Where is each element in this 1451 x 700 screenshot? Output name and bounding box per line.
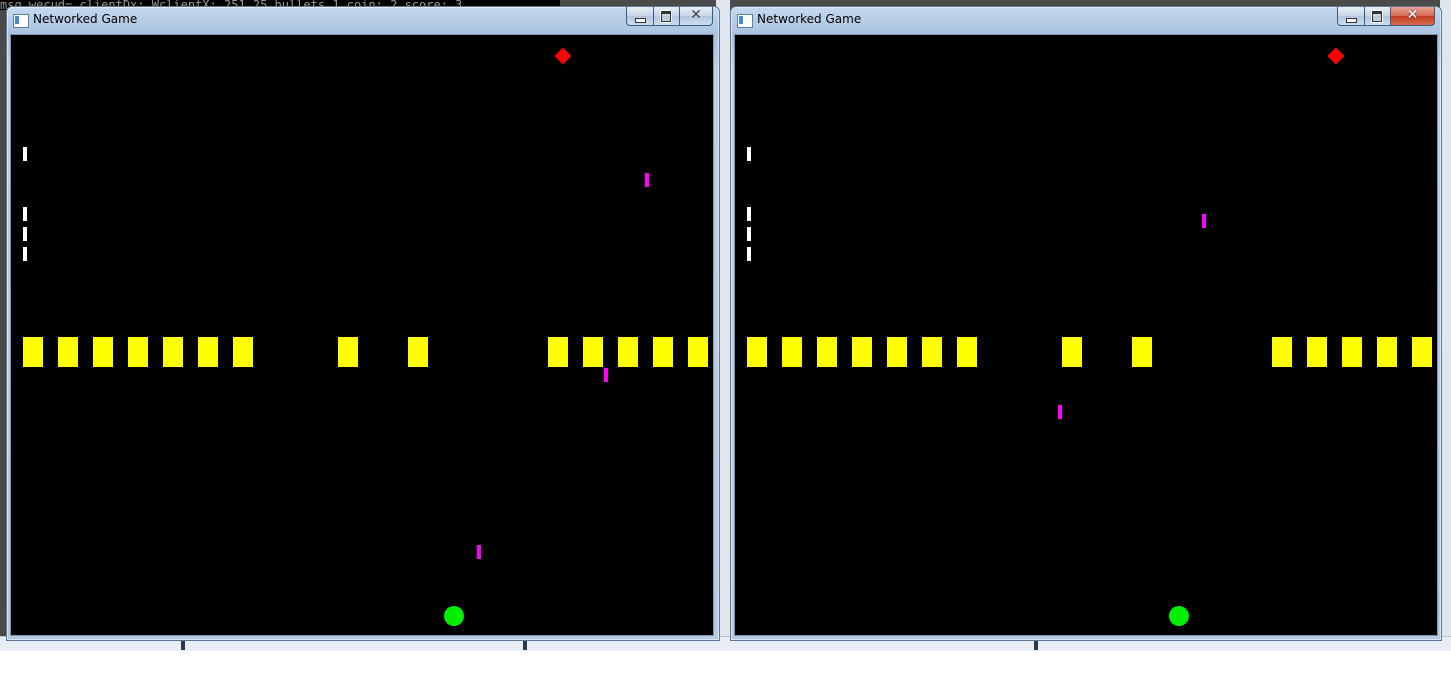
maximize-button[interactable] — [1365, 7, 1391, 26]
player-ship — [1169, 606, 1189, 626]
life-marker — [23, 147, 27, 161]
barrier-block — [1342, 337, 1362, 367]
barrier-block — [1412, 337, 1432, 367]
life-marker — [747, 147, 751, 161]
minimize-icon — [635, 18, 646, 23]
life-marker — [747, 247, 751, 261]
game-canvas[interactable] — [10, 34, 714, 636]
game-canvas[interactable] — [734, 34, 1438, 636]
bullet — [477, 545, 481, 559]
bullet — [1202, 214, 1206, 228]
barrier-block — [817, 337, 837, 367]
barrier-block — [1272, 337, 1292, 367]
barrier-block — [922, 337, 942, 367]
life-marker — [23, 207, 27, 221]
barrier-block — [1062, 337, 1082, 367]
window-app-icon[interactable] — [737, 14, 753, 28]
close-icon: ✕ — [1406, 7, 1419, 23]
player-ship — [444, 606, 464, 626]
barrier-block — [887, 337, 907, 367]
barrier-block — [618, 337, 638, 367]
life-marker — [23, 227, 27, 241]
close-icon: ✕ — [690, 7, 702, 23]
barrier-block — [163, 337, 183, 367]
window-app-icon[interactable] — [13, 14, 29, 28]
barrier-block — [957, 337, 977, 367]
close-button[interactable]: ✕ — [680, 7, 713, 26]
window-title: Networked Game — [757, 12, 862, 26]
barrier-block — [338, 337, 358, 367]
life-marker — [747, 207, 751, 221]
barrier-block — [747, 337, 767, 367]
minimize-button[interactable] — [1337, 7, 1365, 26]
title-bar[interactable]: Networked Game ✕ — [7, 7, 719, 33]
barrier-block — [1377, 337, 1397, 367]
bullet — [604, 368, 608, 382]
barrier-block — [1132, 337, 1152, 367]
barrier-block — [58, 337, 78, 367]
life-marker — [23, 247, 27, 261]
barrier-block — [782, 337, 802, 367]
enemy-diamond — [554, 47, 572, 65]
barrier-block — [688, 337, 708, 367]
barrier-block — [408, 337, 428, 367]
close-button[interactable]: ✕ — [1391, 7, 1435, 26]
minimize-button[interactable] — [626, 7, 654, 26]
barrier-block — [583, 337, 603, 367]
minimize-icon — [1346, 18, 1357, 23]
barrier-block — [23, 337, 43, 367]
game-window-right[interactable]: Networked Game ✕ — [730, 6, 1442, 641]
barrier-block — [233, 337, 253, 367]
title-bar[interactable]: Networked Game ✕ — [731, 7, 1441, 33]
bullet — [645, 173, 649, 187]
barrier-block — [93, 337, 113, 367]
barrier-block — [128, 337, 148, 367]
barrier-block — [852, 337, 872, 367]
maximize-icon — [1372, 11, 1382, 22]
game-window-left[interactable]: Networked Game ✕ — [6, 6, 720, 641]
barrier-block — [198, 337, 218, 367]
bullet — [1058, 405, 1062, 419]
enemy-diamond — [1327, 47, 1345, 65]
life-marker — [747, 227, 751, 241]
window-title: Networked Game — [33, 12, 138, 26]
barrier-block — [1307, 337, 1327, 367]
maximize-icon — [661, 11, 671, 22]
barrier-block — [548, 337, 568, 367]
maximize-button[interactable] — [654, 7, 680, 26]
barrier-block — [653, 337, 673, 367]
